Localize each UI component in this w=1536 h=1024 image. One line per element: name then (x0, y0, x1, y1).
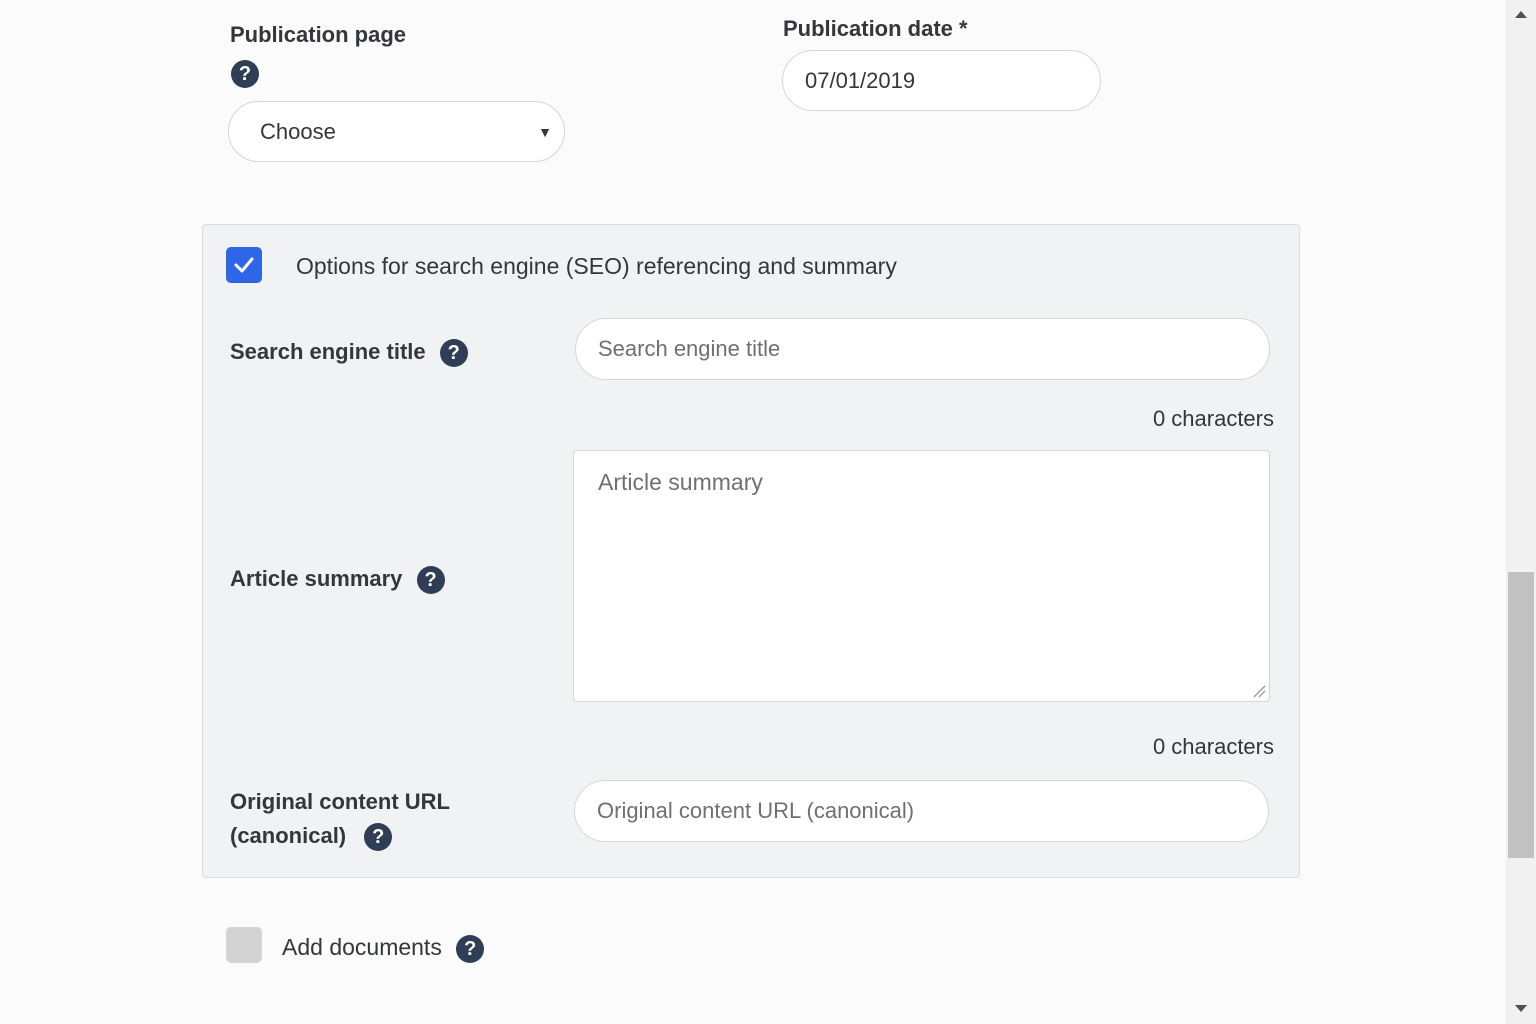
resize-grip-icon[interactable] (1252, 684, 1266, 698)
checkmark-icon (234, 257, 254, 273)
add-documents-checkbox[interactable] (226, 927, 262, 963)
publication-page-label: Publication page (230, 22, 407, 47)
search-engine-title-label-text: Search engine title (230, 339, 426, 364)
scroll-down-arrow-icon[interactable] (1506, 994, 1536, 1024)
publication-date-label: Publication date * (783, 16, 968, 41)
article-summary-label-text: Article summary (230, 566, 403, 591)
canonical-url-help-icon[interactable]: ? (364, 823, 393, 852)
search-engine-title-placeholder: Search engine title (598, 336, 781, 361)
article-summary-textarea[interactable]: Article summary (573, 450, 1270, 702)
scroll-up-arrow-icon[interactable] (1506, 0, 1536, 30)
add-documents-label: Add documents (282, 934, 442, 960)
canonical-url-label-line1: Original content URL (230, 789, 450, 814)
article-form-page: Publication page ? Choose ▼ Publication … (0, 0, 1506, 1024)
search-engine-title-help-icon[interactable]: ? (439, 339, 468, 368)
publication-page-help-icon[interactable]: ? (231, 60, 259, 88)
seo-options-label: Options for search engine (SEO) referenc… (296, 253, 897, 279)
add-documents-label-wrap: Add documents ? (282, 929, 485, 965)
article-summary-counter: 0 characters (1152, 734, 1274, 759)
publication-page-select[interactable]: Choose ▼ (228, 101, 565, 162)
seo-options-checkbox[interactable] (226, 247, 262, 283)
publication-date-input[interactable]: 07/01/2019 (782, 50, 1101, 111)
article-summary-placeholder: Article summary (598, 469, 763, 495)
search-engine-title-input[interactable]: Search engine title (575, 318, 1270, 380)
vertical-scrollbar[interactable] (1506, 0, 1536, 1024)
scrollbar-thumb[interactable] (1508, 572, 1534, 858)
canonical-url-label-line2-wrap: (canonical) ? (230, 819, 393, 853)
publication-page-select-value: Choose (260, 118, 336, 144)
canonical-url-input[interactable]: Original content URL (canonical) (574, 780, 1269, 842)
canonical-url-label-line2: (canonical) (230, 823, 347, 848)
add-documents-help-icon[interactable]: ? (456, 934, 485, 963)
search-engine-title-counter: 0 characters (1152, 406, 1274, 431)
publication-date-value: 07/01/2019 (805, 67, 916, 93)
canonical-url-placeholder: Original content URL (canonical) (597, 798, 915, 823)
article-summary-label: Article summary ? (230, 562, 445, 596)
article-summary-help-icon[interactable]: ? (416, 566, 445, 595)
chevron-down-icon: ▼ (538, 123, 552, 140)
search-engine-title-label: Search engine title ? (230, 335, 468, 369)
